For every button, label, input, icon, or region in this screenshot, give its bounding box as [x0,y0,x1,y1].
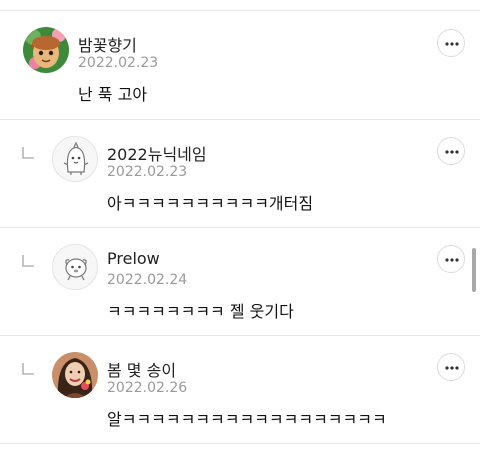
profile-photo-avatar[interactable] [23,27,69,73]
more-options-icon [445,42,459,46]
comment-text: 알ㅋㅋㅋㅋㅋㅋㅋㅋㅋㅋㅋㅋㅋㅋㅋㅋㅋㅋ [107,410,387,429]
comment-author[interactable]: 봄 몇 송이 [107,357,176,381]
more-options-button[interactable] [437,245,465,273]
scrollbar-thumb[interactable] [472,248,476,292]
comment-author[interactable]: 2022뉴닉네임 [107,141,207,165]
profile-photo-avatar[interactable] [52,352,98,398]
more-options-icon [445,150,459,154]
comment-author[interactable]: Prelow [107,249,160,268]
comment-item: 밤꽃향기 2022.02.23 난 푹 고아 [0,11,480,119]
comment-text: 아ㅋㅋㅋㅋㅋㅋㅋㅋㅋㅋ개터짐 [107,194,314,213]
comment-date: 2022.02.23 [107,164,188,180]
reply-comment-item: 2022뉴닉네임 2022.02.23 아ㅋㅋㅋㅋㅋㅋㅋㅋㅋㅋ개터짐 [0,120,480,227]
reply-arrow-icon [22,255,34,267]
more-options-button[interactable] [437,137,465,165]
more-options-icon [445,258,459,262]
reply-comment-item: Prelow 2022.02.24 ㅋㅋㅋㅋㅋㅋㅋㅋ 젤 웃기다 [0,228,480,335]
reply-arrow-icon [22,363,34,375]
comment-date: 2022.02.24 [107,272,188,288]
comment-text: ㅋㅋㅋㅋㅋㅋㅋㅋ 젤 웃기다 [107,302,294,321]
reply-comment-item: 봄 몇 송이 2022.02.26 알ㅋㅋㅋㅋㅋㅋㅋㅋㅋㅋㅋㅋㅋㅋㅋㅋㅋㅋ [0,336,480,443]
more-options-button[interactable] [437,353,465,381]
comment-date: 2022.02.26 [107,380,188,396]
comment-thread: 밤꽃향기 2022.02.23 난 푹 고아 2022뉴닉네임 2022.02.… [0,0,480,452]
reply-arrow-icon [22,147,34,159]
comment-author[interactable]: 밤꽃향기 [78,32,137,56]
default-character-avatar[interactable] [52,244,98,290]
comment-text: 난 푹 고아 [78,85,148,104]
comment-date: 2022.02.23 [78,55,159,71]
divider [0,443,480,444]
more-options-button[interactable] [437,29,465,57]
default-character-avatar[interactable] [52,136,98,182]
more-options-icon [445,366,459,370]
